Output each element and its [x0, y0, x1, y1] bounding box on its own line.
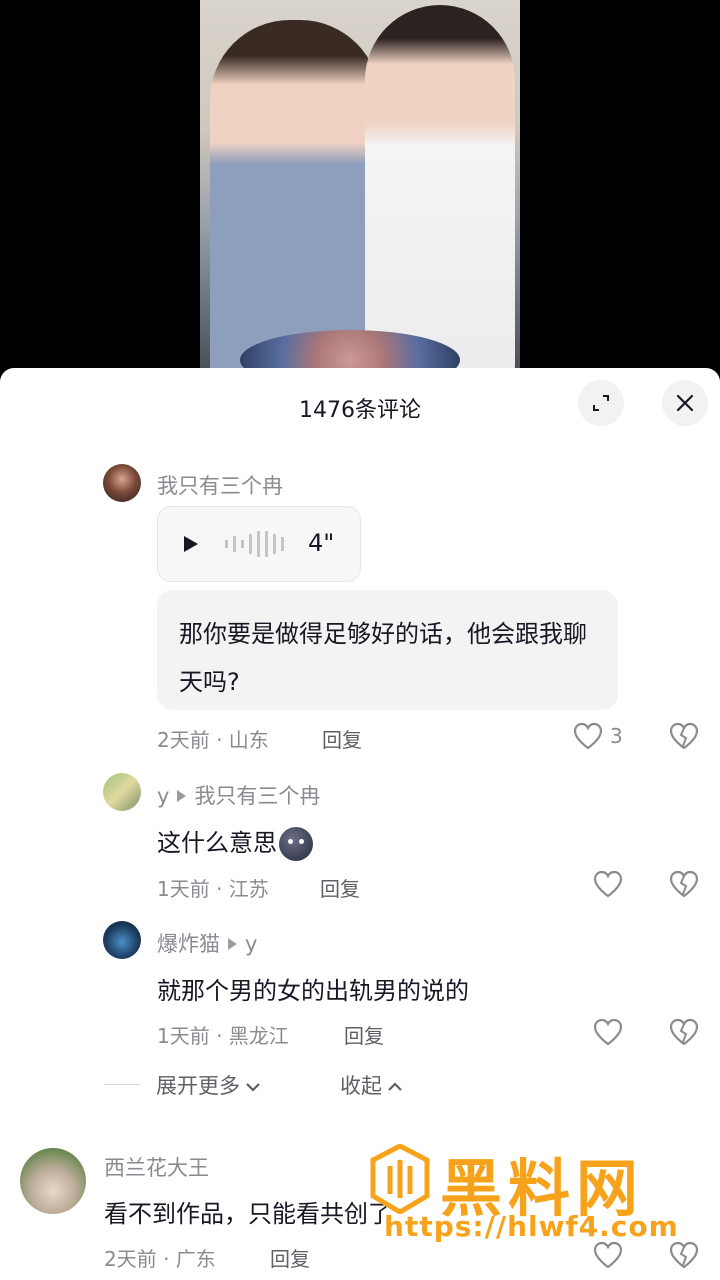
reply-button[interactable]: 回复 — [344, 1020, 384, 1049]
like-heart-icon[interactable] — [593, 1018, 623, 1046]
expand-sheet-button[interactable] — [578, 380, 624, 426]
chevron-up-icon — [388, 1082, 402, 1091]
reply-button[interactable]: 回复 — [322, 724, 362, 753]
watermark: 黑料网 https://hlwf4.com — [370, 1138, 700, 1258]
divider-line — [104, 1084, 140, 1085]
comment-username: y 我只有三个冉 — [157, 780, 320, 810]
avatar[interactable] — [103, 773, 141, 811]
comment-meta: 1天前 · 江苏 — [157, 877, 269, 901]
video-player[interactable] — [0, 0, 720, 370]
reply-button[interactable]: 回复 — [320, 873, 360, 902]
video-person-right — [365, 5, 515, 370]
dislike-broken-heart-icon[interactable] — [669, 722, 699, 750]
comment-text[interactable]: 就那个男的女的出轨男的说的 — [157, 971, 469, 1006]
thread-controls: 展开更多 收起 — [0, 1068, 720, 1108]
dislike-broken-heart-icon[interactable] — [669, 870, 699, 898]
collapse-button[interactable]: 收起 — [340, 1070, 404, 1100]
expand-more-button[interactable]: 展开更多 — [156, 1070, 262, 1100]
comment-username-link[interactable]: y — [157, 784, 169, 808]
comment-text-bubble[interactable]: 那你要是做得足够好的话，他会跟我聊天吗? — [157, 590, 618, 710]
comment-text[interactable]: 这什么意思 — [157, 823, 313, 861]
like-heart-icon[interactable] — [573, 722, 603, 750]
watermark-url: https://hlwf4.com — [384, 1210, 679, 1243]
reply-to-username[interactable]: y — [245, 932, 257, 956]
close-sheet-button[interactable] — [662, 380, 708, 426]
avatar[interactable] — [103, 464, 141, 502]
close-icon — [676, 394, 694, 412]
like-heart-icon[interactable] — [593, 870, 623, 898]
comment-username[interactable]: 我只有三个冉 — [157, 470, 283, 500]
video-frame[interactable] — [200, 0, 520, 370]
comment-meta: 1天前 · 黑龙江 — [157, 1024, 289, 1048]
video-person-left — [210, 20, 380, 370]
chevron-down-icon — [246, 1083, 260, 1092]
like-count: 3 — [610, 724, 623, 748]
voice-message[interactable]: 4" — [157, 506, 361, 582]
reply-button[interactable]: 回复 — [270, 1243, 310, 1272]
voice-duration: 4" — [308, 529, 335, 557]
comment-text[interactable]: 看不到作品，只能看共创了 — [104, 1194, 392, 1229]
comment-username: 爆炸猫 y — [157, 928, 257, 958]
watermark-logo-icon — [370, 1144, 430, 1214]
comment-username-link[interactable]: 爆炸猫 — [157, 932, 220, 956]
play-icon — [184, 536, 198, 552]
avatar[interactable] — [20, 1148, 86, 1214]
comment-username[interactable]: 西兰花大王 — [104, 1152, 209, 1182]
reply-to-username[interactable]: 我只有三个冉 — [194, 784, 320, 808]
comment-meta: 2天前 · 广东 — [104, 1247, 216, 1271]
waveform-icon — [225, 531, 284, 557]
dislike-broken-heart-icon[interactable] — [669, 1018, 699, 1046]
comment-text: 那你要是做得足够好的话，他会跟我聊天吗? — [179, 620, 587, 696]
expand-icon — [593, 395, 609, 411]
avatar[interactable] — [103, 921, 141, 959]
comment-meta: 2天前 · 山东 — [157, 728, 269, 752]
reply-to-arrow-icon — [228, 938, 237, 950]
reply-to-arrow-icon — [177, 790, 187, 802]
emoji-face-icon — [279, 827, 313, 861]
